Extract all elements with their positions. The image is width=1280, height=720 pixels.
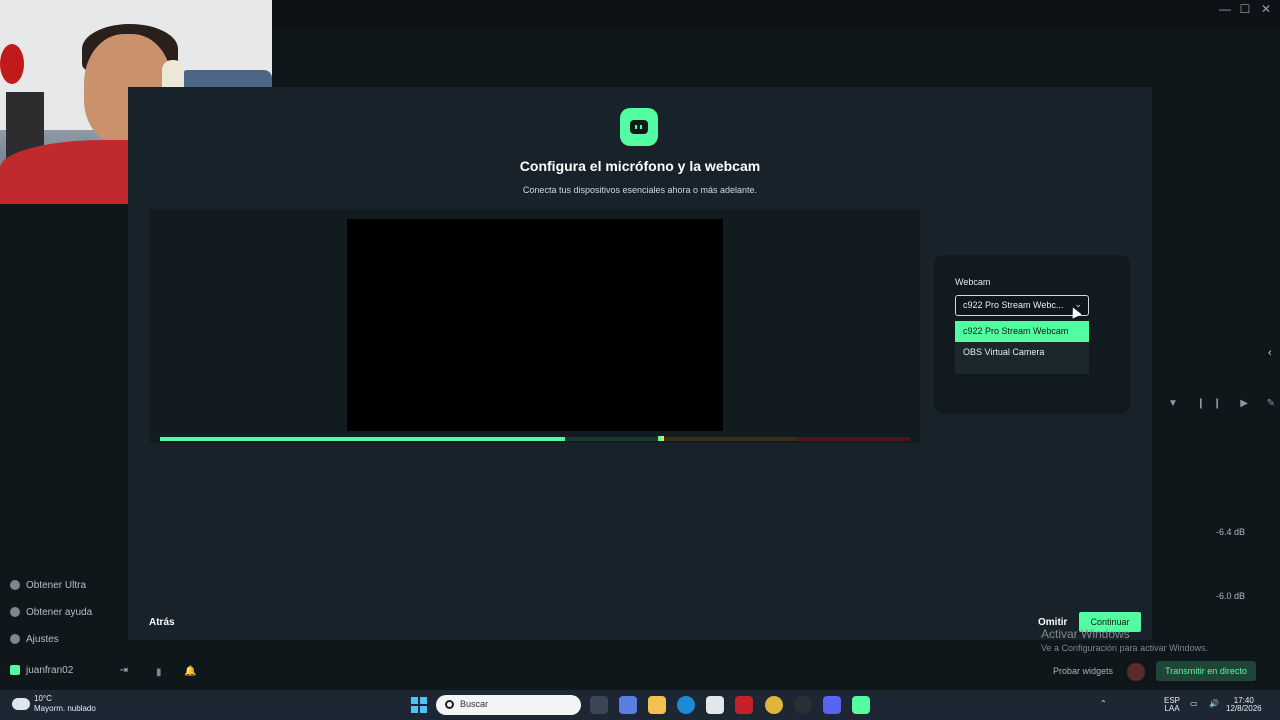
minimize-button[interactable]: — [1215,0,1235,18]
stats-icon[interactable]: ▮ [156,667,162,678]
help-icon [10,607,20,617]
windows-taskbar: 10°C Mayorm. nublado Buscar ⌃ ESP LAA ▭ … [0,690,1280,720]
sidebar-item-help[interactable]: Obtener ayuda [10,603,92,621]
file-explorer-icon[interactable] [648,696,666,714]
mixer-db-1: -6.4 dB [1216,527,1246,537]
mixer-db-2: -6.0 dB [1216,591,1246,601]
streamlabs-taskbar-icon[interactable] [852,696,870,714]
chevron-left-icon[interactable]: ‹ [1268,347,1272,359]
chevron-up-icon[interactable]: ⌃ [1100,700,1107,708]
copilot-icon[interactable] [619,696,637,714]
audio-level-fill [160,437,565,441]
edge-icon[interactable] [677,696,695,714]
sidebar-item-label: Obtener Ultra [26,579,87,591]
sidebar-item-label: Obtener ayuda [26,606,93,618]
test-widgets-button[interactable]: Probar widgets [1053,666,1113,676]
modal-title: Configura el micrófono y la webcam [519,158,761,174]
back-button[interactable]: Atrás [149,617,175,628]
sidebar-item-get-ultra[interactable]: Obtener Ultra [10,576,86,594]
taskbar-search-placeholder: Buscar [460,699,489,709]
weather-widget[interactable]: 10°C Mayorm. nublado [12,694,96,714]
weather-desc: Mayorm. nublado [34,704,96,713]
language-layout: LAA [1164,704,1180,713]
network-icon[interactable]: ▭ [1190,700,1198,708]
audio-level-meter [160,436,910,441]
bottom-bar: ▮ 🔔 Probar widgets Transmitir en directo [0,655,1280,690]
windows-start-icon[interactable] [411,697,427,713]
activate-windows-title: Activar Windows [1041,627,1130,641]
sparkle-icon [10,580,20,590]
sidebar-item-settings[interactable]: Ajustes [10,630,59,648]
cloud-icon [12,698,30,710]
webcam-preview-panel [150,209,920,443]
webcam-dropdown: c922 Pro Stream Webcam OBS Virtual Camer… [955,321,1089,374]
app-window: — ☐ ✕ Obtener Ultra Obtener ayuda Ajuste… [0,0,1280,690]
webcam-label: Webcam [955,277,991,287]
clock-date: 12/8/2026 [1226,704,1262,713]
audio-peak-marker [661,436,664,441]
weather-temp: 10°C [34,694,52,703]
store-icon[interactable] [706,696,724,714]
task-view-icon[interactable] [590,696,608,714]
gear-icon [10,634,20,644]
setup-modal: Configura el micrófono y la webcam Conec… [128,87,1152,640]
sidebar-item-label: Ajustes [26,633,59,645]
dropdown-option-c922[interactable]: c922 Pro Stream Webcam [955,321,1089,342]
obs-icon[interactable] [794,696,812,714]
streamlabs-logo-icon [620,108,658,146]
avatar[interactable] [1127,663,1145,681]
chrome-icon[interactable] [765,696,783,714]
red-app-icon[interactable] [735,696,753,714]
taskbar-search[interactable]: Buscar [436,695,581,715]
search-icon [445,700,454,709]
webcam-select-value: c922 Pro Stream Webc... [963,300,1064,310]
volume-icon[interactable]: 🔊 [1209,700,1219,708]
webcam-preview [347,219,723,431]
mixer-controls-icons: ▼ ❙❙ ▶ ✎ 🔊 [1168,398,1280,409]
clock[interactable]: 17:40 12/8/2026 [1226,697,1262,713]
bell-icon[interactable]: 🔔 [184,666,196,677]
discord-icon[interactable] [823,696,841,714]
dropdown-option-obs-virtual-camera[interactable]: OBS Virtual Camera [955,342,1089,363]
modal-subtitle: Conecta tus dispositivos esenciales ahor… [522,185,758,195]
maximize-button[interactable]: ☐ [1235,0,1255,18]
device-settings-panel: Webcam c922 Pro Stream Webc... ⌄ c922 Pr… [934,255,1130,414]
close-button[interactable]: ✕ [1256,0,1276,18]
go-live-button[interactable]: Transmitir en directo [1156,661,1256,681]
language-indicator[interactable]: ESP LAA [1164,697,1180,713]
activate-windows-subtitle: Ve a Configuración para activar Windows. [1041,643,1209,653]
